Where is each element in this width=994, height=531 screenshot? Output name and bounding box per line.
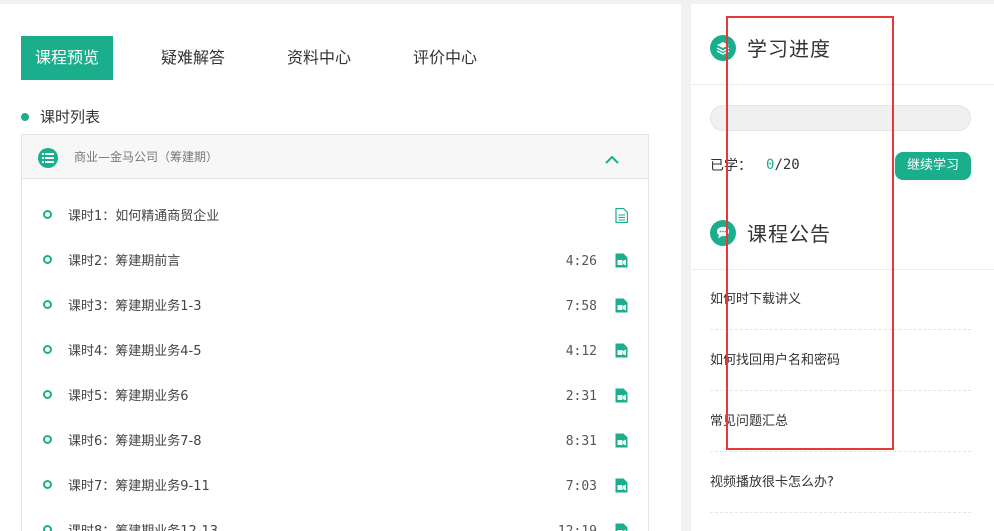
- lesson-duration: 4:26: [565, 254, 597, 269]
- lesson-item[interactable]: 课时6：筹建期业务7-8 8:31: [22, 419, 648, 464]
- lesson-duration: 7:58: [565, 299, 597, 314]
- sidebar-panel: 学习进度 已学： 0 / 20 继续学习 课程公告 如何时下载讲义 如何找回用户…: [691, 4, 994, 531]
- chat-bubble-icon: [710, 219, 736, 246]
- bullet-dot-icon: [21, 112, 29, 121]
- count-separator: /: [774, 157, 783, 173]
- lesson-list-title: 课时列表: [40, 108, 101, 126]
- lesson-item[interactable]: 课时1：如何精通商贸企业: [22, 194, 648, 239]
- video-icon[interactable]: [615, 298, 628, 313]
- lesson-title: 课时8：筹建期业务12-13: [68, 509, 218, 531]
- completed-count: 0: [766, 157, 775, 173]
- video-icon[interactable]: [615, 343, 628, 358]
- lesson-item[interactable]: 课时7：筹建期业务9-11 7:03: [22, 464, 648, 509]
- lesson-list-heading: 课时列表: [21, 106, 100, 127]
- divider: [691, 84, 994, 85]
- video-icon[interactable]: [615, 388, 628, 403]
- status-circle-icon: [43, 525, 52, 531]
- chapter-title: 商业—金马公司（筹建期）: [74, 150, 219, 164]
- lesson-duration: 2:31: [565, 389, 597, 404]
- announcement-item[interactable]: 视频播放很卡怎么办?: [710, 452, 971, 513]
- chevron-up-icon[interactable]: [604, 150, 620, 169]
- progress-bar: [710, 105, 971, 131]
- status-circle-icon: [43, 300, 52, 309]
- announcement-heading: 课程公告: [710, 218, 831, 247]
- lesson-item[interactable]: 课时2：筹建期前言 4:26: [22, 239, 648, 284]
- continue-learning-button[interactable]: 继续学习: [895, 152, 971, 180]
- list-icon: [38, 148, 58, 168]
- video-icon[interactable]: [615, 433, 628, 448]
- lesson-title: 课时3：筹建期业务1-3: [68, 299, 202, 314]
- lesson-duration: 8:31: [565, 434, 597, 449]
- status-circle-icon: [43, 480, 52, 489]
- lesson-title: 课时4：筹建期业务4-5: [68, 344, 202, 359]
- announcement-item[interactable]: 如何找回用户名和密码: [710, 330, 971, 391]
- lesson-item[interactable]: 课时3：筹建期业务1-3 7:58: [22, 284, 648, 329]
- video-icon[interactable]: [615, 253, 628, 268]
- status-circle-icon: [43, 255, 52, 264]
- announcement-item[interactable]: 常见问题汇总: [710, 391, 971, 452]
- video-icon[interactable]: [615, 478, 628, 493]
- studied-count: 已学： 0 / 20: [710, 155, 800, 175]
- lesson-duration: 4:12: [565, 344, 597, 359]
- layers-icon: [710, 34, 736, 61]
- status-circle-icon: [43, 390, 52, 399]
- progress-title: 学习进度: [747, 37, 831, 61]
- lesson-duration: 7:03: [565, 479, 597, 494]
- status-circle-icon: [43, 345, 52, 354]
- lesson-title: 课时2：筹建期前言: [68, 254, 181, 269]
- studied-label: 已学：: [710, 158, 752, 174]
- tab-resources[interactable]: 资料中心: [273, 36, 365, 80]
- lesson-title: 课时1：如何精通商贸企业: [68, 209, 220, 224]
- lesson-title: 课时7：筹建期业务9-11: [68, 479, 210, 494]
- course-tabs: 课程预览 疑难解答 资料中心 评价中心: [21, 36, 525, 80]
- lesson-title: 课时5：筹建期业务6: [68, 389, 189, 404]
- video-icon[interactable]: [615, 523, 628, 531]
- tab-course-preview[interactable]: 课程预览: [21, 36, 114, 80]
- lesson-item[interactable]: 课时4：筹建期业务4-5 4:12: [22, 329, 648, 374]
- progress-heading: 学习进度: [710, 33, 831, 62]
- document-icon[interactable]: [615, 208, 628, 223]
- status-circle-icon: [43, 435, 52, 444]
- lesson-title: 课时6：筹建期业务7-8: [68, 434, 202, 449]
- announcement-item[interactable]: 如何时下载讲义: [710, 269, 971, 330]
- tab-qa[interactable]: 疑难解答: [147, 36, 239, 80]
- lesson-duration: 12:19: [558, 509, 597, 531]
- chapter-header[interactable]: 商业—金马公司（筹建期）: [21, 134, 649, 179]
- course-main-panel: 课程预览 疑难解答 资料中心 评价中心 课时列表 商业—金马公司（筹建期） 课时…: [0, 4, 681, 531]
- tab-reviews[interactable]: 评价中心: [399, 36, 491, 80]
- lesson-item[interactable]: 课时5：筹建期业务6 2:31: [22, 374, 648, 419]
- status-circle-icon: [43, 210, 52, 219]
- lesson-list: 课时1：如何精通商贸企业 课时2：筹建期前言 4:26 课时3：筹建期业务1-3…: [21, 179, 649, 531]
- lesson-item[interactable]: 课时8：筹建期业务12-13 12:19: [22, 509, 648, 531]
- total-count: 20: [782, 157, 800, 173]
- announcement-title: 课程公告: [747, 222, 831, 246]
